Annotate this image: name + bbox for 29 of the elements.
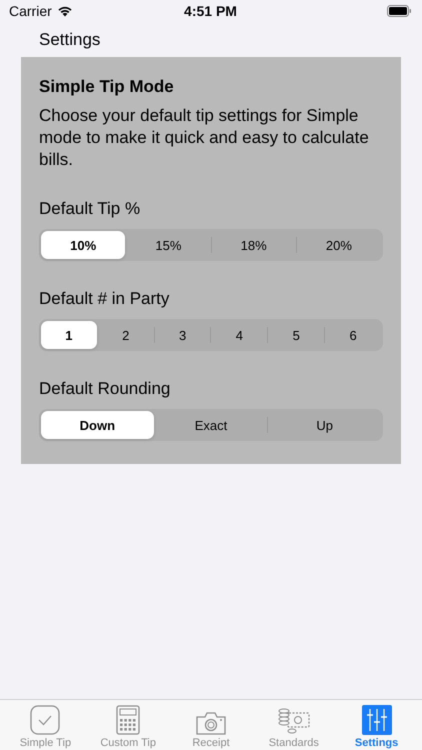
battery-icon [386, 5, 412, 17]
segment-option[interactable]: Down [41, 411, 154, 439]
segment-option[interactable]: 6 [325, 321, 381, 349]
segment-option[interactable]: Exact [154, 411, 268, 439]
wifi-icon [56, 5, 73, 17]
camera-icon [196, 711, 226, 735]
calculator-icon [116, 705, 140, 735]
clock-time: 4:51 PM [184, 3, 237, 19]
section-label: Default # in Party [39, 289, 170, 310]
section-label: Default Tip % [39, 199, 142, 220]
segment-option[interactable]: 15% [126, 231, 210, 259]
page-title: Settings [38, 29, 102, 51]
segment-option[interactable]: 4 [211, 321, 268, 349]
segment-option[interactable]: 18% [212, 231, 296, 259]
segment-option[interactable]: Up [268, 411, 382, 439]
money-icon [278, 707, 310, 735]
carrier-label: Carrier [9, 3, 52, 19]
section-label: Default Rounding [39, 379, 172, 400]
segment-option[interactable]: 5 [268, 321, 324, 349]
segment-option[interactable]: 20% [296, 231, 381, 259]
tab-item[interactable]: Settings [336, 700, 417, 750]
sliders-icon [362, 705, 392, 735]
segment-option[interactable]: 10% [41, 231, 126, 259]
card-title: Simple Tip Mode [39, 77, 175, 98]
segment-option[interactable]: 1 [41, 321, 97, 349]
card-description: Choose your default tip settings for Simple mode to make it quick and easy to calculate bills. [39, 105, 370, 171]
segment-option[interactable]: 2 [98, 321, 154, 349]
segment-option[interactable]: 3 [154, 321, 210, 349]
checkmark-icon [30, 705, 60, 735]
